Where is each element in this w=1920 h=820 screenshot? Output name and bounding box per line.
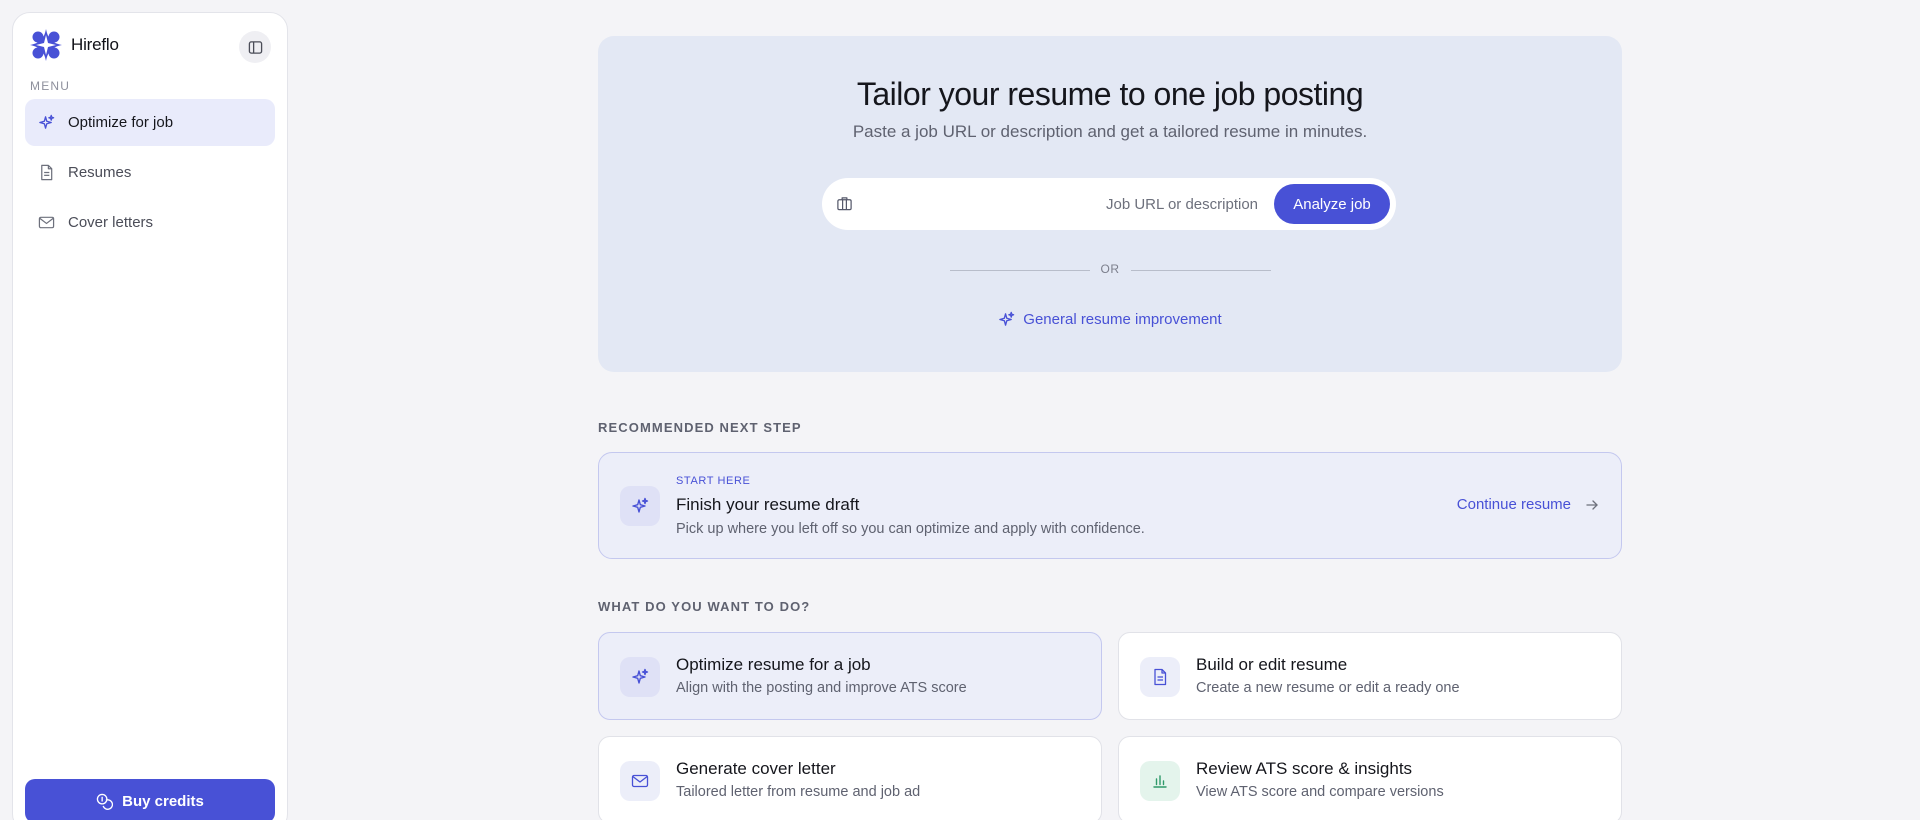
card-description: Tailored letter from resume and job ad <box>676 784 921 800</box>
recommended-title: Finish your resume draft <box>676 495 860 514</box>
recommended-icon-tile <box>620 486 660 526</box>
recommended-eyebrow: START HERE <box>676 475 751 487</box>
or-label: OR <box>1100 262 1120 276</box>
mail-icon <box>631 772 649 790</box>
job-url-input[interactable] <box>866 186 1258 222</box>
buy-credits-label: Buy credits <box>122 792 204 810</box>
continue-resume-label: Continue resume <box>1456 496 1571 513</box>
recommended-card[interactable]: START HERE Finish your resume draft Pick… <box>598 452 1622 559</box>
arrow-right-icon <box>1585 498 1599 512</box>
card-description: Align with the posting and improve ATS s… <box>676 680 967 696</box>
card-description: Create a new resume or edit a ready one <box>1196 680 1460 696</box>
divider-left <box>950 270 1090 271</box>
sidebar-item-resumes[interactable]: Resumes <box>25 149 275 196</box>
generate-cover-letter-card[interactable]: Generate cover letter Tailored letter fr… <box>598 736 1102 820</box>
card-title: Generate cover letter <box>676 759 836 778</box>
bar-chart-icon <box>1151 772 1169 790</box>
document-icon <box>38 164 55 181</box>
mail-icon <box>38 214 55 231</box>
buy-credits-button[interactable]: Buy credits <box>25 779 275 820</box>
card-icon-tile <box>1140 761 1180 801</box>
sidebar-item-optimize-for-job[interactable]: Optimize for job <box>25 99 275 146</box>
sparkle-icon <box>631 497 649 515</box>
optimize-resume-card[interactable]: Optimize resume for a job Align with the… <box>598 632 1102 720</box>
recommended-description: Pick up where you left off so you can op… <box>676 521 1145 537</box>
hero-title: Tailor your resume to one job posting <box>856 76 1364 112</box>
brand[interactable]: Hireflo <box>29 28 119 62</box>
card-icon-tile <box>620 761 660 801</box>
general-resume-improvement-link[interactable]: General resume improvement <box>598 311 1622 328</box>
card-title: Build or edit resume <box>1196 655 1348 674</box>
analyze-job-button[interactable]: Analyze job <box>1274 184 1390 224</box>
sidebar: Hireflo MENU Optimize for job Resumes Co… <box>12 12 288 820</box>
document-icon <box>1151 668 1169 686</box>
app-name: Hireflo <box>71 35 119 54</box>
hero-panel: Tailor your resume to one job posting Pa… <box>598 36 1622 372</box>
sparkle-icon <box>631 668 649 686</box>
sidebar-item-cover-letters[interactable]: Cover letters <box>25 199 275 246</box>
sparkle-icon <box>998 311 1015 328</box>
review-ats-card[interactable]: Review ATS score & insights View ATS sco… <box>1118 736 1622 820</box>
sparkle-icon <box>38 114 55 131</box>
actions-heading: WHAT DO YOU WANT TO DO? <box>598 599 811 614</box>
sidebar-toggle-button[interactable] <box>239 31 271 63</box>
menu-heading: MENU <box>30 79 71 93</box>
card-title: Review ATS score & insights <box>1196 759 1413 778</box>
sidebar-item-label: Cover letters <box>68 214 154 231</box>
continue-resume-button[interactable]: Continue resume <box>1457 496 1599 513</box>
card-description: View ATS score and compare versions <box>1196 784 1444 800</box>
build-resume-card[interactable]: Build or edit resume Create a new resume… <box>1118 632 1622 720</box>
job-search-box: Analyze job <box>822 178 1396 230</box>
briefcase-icon <box>836 195 853 212</box>
general-link-label: General resume improvement <box>1023 311 1222 328</box>
card-icon-tile <box>620 657 660 697</box>
card-icon-tile <box>1140 657 1180 697</box>
hero-subtitle: Paste a job URL or description and get a… <box>852 122 1368 141</box>
sidebar-item-label: Resumes <box>68 164 132 181</box>
card-title: Optimize resume for a job <box>676 655 871 674</box>
sidebar-panel-icon <box>248 40 263 55</box>
coins-icon <box>96 793 114 810</box>
divider-right <box>1131 270 1271 271</box>
recommended-heading: RECOMMENDED NEXT STEP <box>598 420 802 435</box>
sidebar-item-label: Optimize for job <box>68 114 174 131</box>
hireflo-logo-icon <box>29 28 63 62</box>
